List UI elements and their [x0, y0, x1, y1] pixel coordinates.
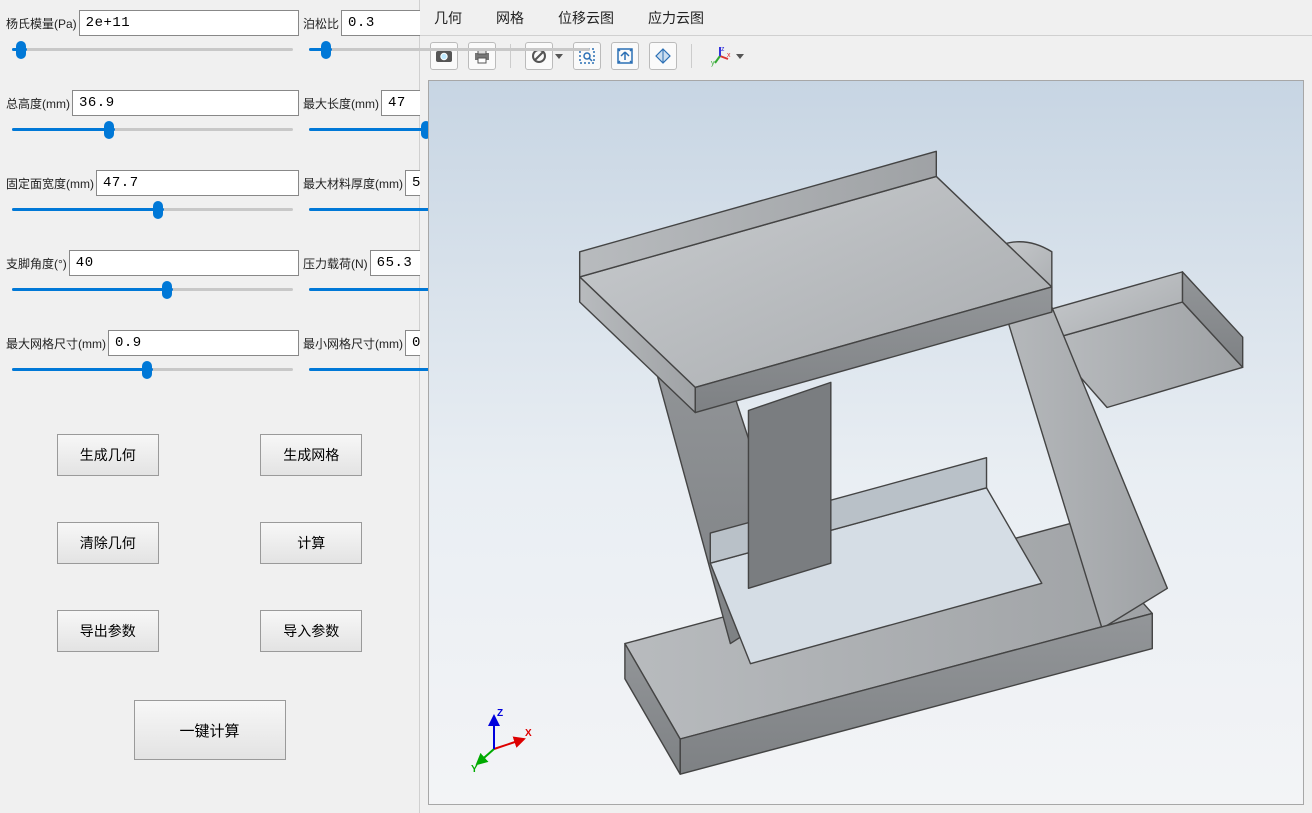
generate-geometry-button[interactable]: 生成几何	[57, 434, 159, 476]
svg-text:z: z	[721, 46, 725, 53]
param-label: 总高度(mm)	[6, 95, 70, 112]
max-mesh-input[interactable]	[108, 330, 299, 356]
one-click-compute-button[interactable]: 一键计算	[134, 700, 286, 760]
youngs-modulus-slider[interactable]	[6, 42, 299, 56]
total-height-input[interactable]	[72, 90, 299, 116]
fixed-face-width-input[interactable]	[96, 170, 299, 196]
total-height-slider[interactable]	[6, 122, 299, 136]
param-total-height: 总高度(mm)	[6, 90, 299, 136]
compute-button[interactable]: 计算	[260, 522, 362, 564]
viewer-tabs: 几何 网格 位移云图 应力云图	[420, 0, 1312, 36]
geometry-model	[429, 81, 1303, 804]
toolbar-separator	[691, 44, 692, 68]
param-leg-angle: 支脚角度(°)	[6, 250, 299, 296]
diamond-icon	[654, 47, 672, 65]
param-label: 泊松比	[303, 15, 339, 32]
svg-text:x: x	[727, 52, 731, 59]
axis-triad-icon: x y z	[709, 45, 731, 67]
zoom-extents-button[interactable]	[611, 42, 639, 70]
chevron-down-icon	[736, 54, 744, 59]
tab-geometry[interactable]: 几何	[430, 2, 466, 34]
orientation-triad: X Y Z	[469, 704, 539, 774]
triad-z-label: Z	[497, 708, 503, 719]
param-max-mesh: 最大网格尺寸(mm)	[6, 330, 299, 376]
svg-text:y: y	[711, 60, 715, 67]
viewer-panel: 几何 网格 位移云图 应力云图	[420, 0, 1312, 813]
tab-displacement[interactable]: 位移云图	[554, 2, 618, 34]
param-label: 固定面宽度(mm)	[6, 175, 94, 192]
param-fixed-face-width: 固定面宽度(mm)	[6, 170, 299, 216]
export-params-button[interactable]: 导出参数	[57, 610, 159, 652]
param-label: 最大材料厚度(mm)	[303, 175, 403, 192]
param-label: 最大网格尺寸(mm)	[6, 335, 106, 352]
param-label: 杨氏模量(Pa)	[6, 15, 77, 32]
param-label: 最小网格尺寸(mm)	[303, 335, 403, 352]
param-label: 支脚角度(°)	[6, 255, 67, 272]
triad-x-label: X	[525, 728, 532, 739]
param-label: 最大长度(mm)	[303, 95, 379, 112]
tab-stress[interactable]: 应力云图	[644, 2, 708, 34]
import-params-button[interactable]: 导入参数	[260, 610, 362, 652]
tab-mesh[interactable]: 网格	[492, 2, 528, 34]
fixed-face-width-slider[interactable]	[6, 202, 299, 216]
axis-triad-dropdown[interactable]: x y z	[706, 42, 744, 70]
clear-geometry-button[interactable]: 清除几何	[57, 522, 159, 564]
leg-angle-input[interactable]	[69, 250, 299, 276]
parameter-panel: 杨氏模量(Pa) 泊松比	[0, 0, 420, 813]
poisson-ratio-slider[interactable]	[303, 42, 596, 56]
param-youngs-modulus: 杨氏模量(Pa)	[6, 10, 299, 56]
triad-y-label: Y	[471, 764, 478, 774]
generate-mesh-button[interactable]: 生成网格	[260, 434, 362, 476]
zoom-extents-icon	[616, 47, 634, 65]
transparency-button[interactable]	[649, 42, 677, 70]
param-label: 压力载荷(N)	[303, 255, 368, 272]
youngs-modulus-input[interactable]	[79, 10, 299, 36]
max-mesh-slider[interactable]	[6, 362, 299, 376]
leg-angle-slider[interactable]	[6, 282, 299, 296]
geometry-viewport[interactable]: X Y Z	[428, 80, 1304, 805]
